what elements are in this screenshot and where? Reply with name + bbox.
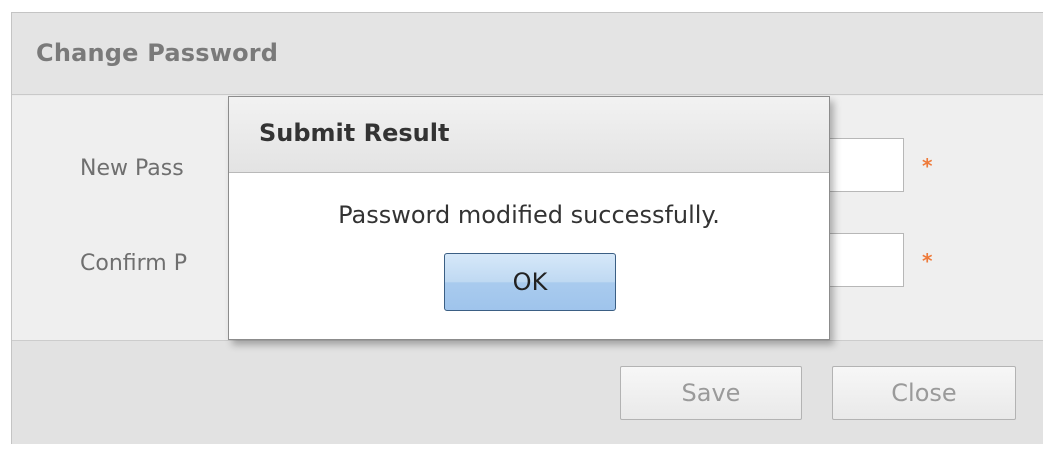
submit-result-dialog: Submit Result Password modified successf… <box>228 96 830 340</box>
dialog-title: Submit Result <box>259 119 450 147</box>
confirm-password-label: Confirm P <box>80 251 187 276</box>
dialog-message: Password modified successfully. <box>338 201 720 229</box>
dialog-header: Submit Result <box>229 97 829 173</box>
ok-button[interactable]: OK <box>444 253 616 311</box>
window-footer: Save Close <box>12 340 1043 444</box>
required-marker-confirm-password: * <box>922 249 933 273</box>
close-button[interactable]: Close <box>832 366 1016 420</box>
window-header: Change Password <box>12 13 1043 95</box>
save-button[interactable]: Save <box>620 366 802 420</box>
required-marker-new-password: * <box>922 154 933 178</box>
window-title: Change Password <box>36 39 279 67</box>
new-password-label: New Pass <box>80 156 184 181</box>
